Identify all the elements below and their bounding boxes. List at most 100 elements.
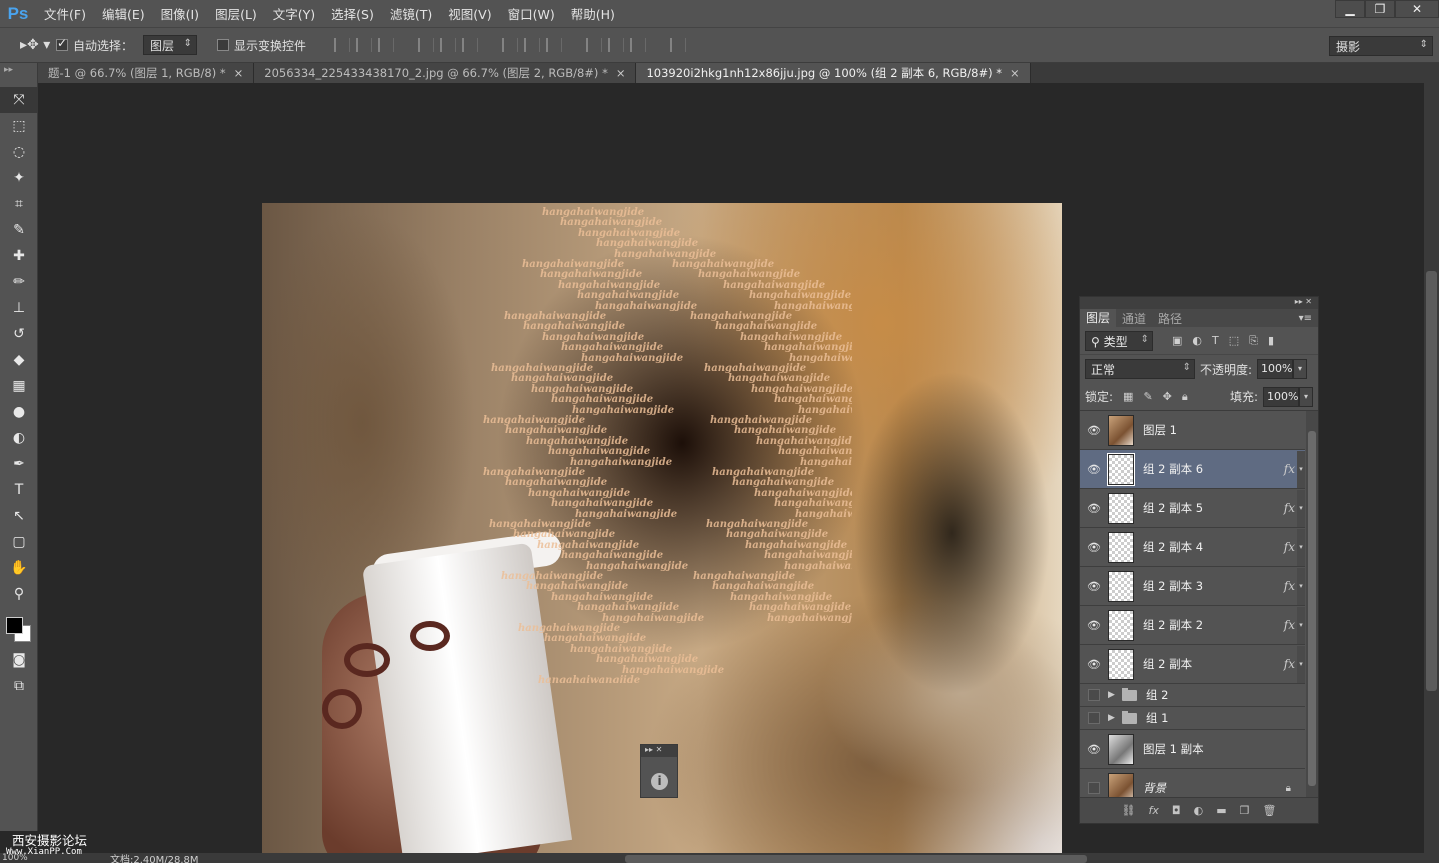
filter-type-icon[interactable]: T [1212, 334, 1219, 347]
menu-edit[interactable]: 编辑(E) [94, 4, 153, 23]
expand-effects-icon[interactable]: ▾ [1297, 450, 1305, 488]
layer-row[interactable]: 👁︎ 组 2 副本 5 fx ▾ [1080, 489, 1305, 528]
distribute-top-icon[interactable] [502, 38, 519, 52]
distribute-right-icon[interactable] [630, 38, 647, 52]
layer-name[interactable]: 组 2 副本 5 [1143, 500, 1203, 516]
filter-adjustment-icon[interactable]: ◐ [1192, 334, 1202, 347]
layer-name[interactable]: 背景 [1143, 780, 1166, 796]
move-tool-icon[interactable]: ⤧ [0, 87, 38, 113]
type-tool-icon[interactable]: T [0, 477, 38, 503]
distribute-left-icon[interactable] [586, 38, 603, 52]
layers-scrollbar[interactable] [1306, 411, 1318, 797]
magic-wand-icon[interactable]: ✦ [0, 165, 38, 191]
layer-row[interactable]: ▶ 组 2 [1080, 684, 1305, 707]
align-right-icon[interactable] [462, 38, 479, 52]
blend-mode-dropdown[interactable]: 正常 [1085, 359, 1195, 379]
layer-name[interactable]: 图层 1 副本 [1143, 741, 1204, 757]
expand-group-icon[interactable]: ▶ [1108, 690, 1118, 700]
opacity-input[interactable]: 100% [1257, 359, 1294, 379]
opacity-slider-button[interactable]: ▾ [1293, 359, 1308, 379]
tab-doc-3[interactable]: 103920i2hkg1nh12x86jju.jpg @ 100% (组 2 副… [636, 63, 1031, 83]
menu-image[interactable]: 图像(I) [153, 4, 207, 23]
visibility-eye-icon[interactable]: 👁︎ [1080, 580, 1108, 593]
gradient-icon[interactable]: ▦ [0, 373, 38, 399]
layer-name[interactable]: 图层 1 [1143, 422, 1177, 438]
marquee-tool-icon[interactable]: ⬚ [0, 113, 38, 139]
layer-row[interactable]: 👁︎ 组 2 副本 2 fx ▾ [1080, 606, 1305, 645]
layer-name[interactable]: 组 1 [1146, 710, 1168, 726]
minimize-button[interactable]: ▁ [1335, 0, 1365, 18]
auto-select-target-dropdown[interactable]: 图层 [143, 35, 198, 55]
layer-name[interactable]: 组 2 [1146, 687, 1168, 703]
visibility-eye-icon[interactable]: 👁︎ [1080, 502, 1108, 515]
menu-view[interactable]: 视图(V) [440, 4, 499, 23]
menu-file[interactable]: 文件(F) [36, 4, 94, 23]
foreground-color-swatch[interactable] [6, 617, 23, 634]
lasso-tool-icon[interactable]: ◌ [0, 139, 38, 165]
pen-tool-icon[interactable]: ✒ [0, 451, 38, 477]
layer-effects-icon[interactable]: fx [1284, 540, 1295, 554]
distribute-bottom-icon[interactable] [546, 38, 563, 52]
filter-shape-icon[interactable]: ⬚ [1229, 334, 1239, 347]
lock-pixels-icon[interactable]: ✎ [1143, 390, 1152, 403]
menu-window[interactable]: 窗口(W) [500, 4, 563, 23]
visibility-toggle[interactable] [1088, 782, 1100, 794]
filter-toggle-icon[interactable]: ▮ [1268, 334, 1274, 347]
panel-menu-icon[interactable]: ▾≡ [1299, 313, 1318, 324]
eyedropper-icon[interactable]: ✎ [0, 217, 38, 243]
layer-name[interactable]: 组 2 副本 6 [1143, 461, 1203, 477]
dodge-icon[interactable]: ◐ [0, 425, 38, 451]
visibility-toggle[interactable] [1088, 712, 1100, 724]
layer-effects-icon[interactable]: fx [1284, 657, 1295, 671]
menu-layer[interactable]: 图层(L) [207, 4, 265, 23]
horizontal-scroll-thumb[interactable] [625, 855, 1087, 863]
layers-scroll-thumb[interactable] [1308, 431, 1316, 786]
tab-channels[interactable]: 通道 [1116, 310, 1152, 327]
expand-effects-icon[interactable]: ▾ [1297, 528, 1305, 566]
zoom-tool-icon[interactable]: ⚲ [0, 581, 38, 607]
layer-thumbnail[interactable] [1108, 414, 1134, 446]
visibility-eye-icon[interactable]: 👁︎ [1080, 658, 1108, 671]
distribute-vcenter-icon[interactable] [524, 38, 541, 52]
layer-effects-icon[interactable]: fx [1284, 501, 1295, 515]
filter-pixel-icon[interactable]: ▣ [1172, 334, 1182, 347]
fill-input[interactable]: 100% [1263, 386, 1299, 407]
filter-smart-object-icon[interactable]: ⎘ [1249, 334, 1258, 348]
add-style-icon[interactable]: fx [1149, 804, 1159, 817]
layer-effects-icon[interactable]: fx [1284, 618, 1295, 632]
visibility-eye-icon[interactable]: 👁︎ [1080, 541, 1108, 554]
show-transform-checkbox[interactable] [217, 39, 230, 51]
shape-tool-icon[interactable]: ▢ [0, 529, 38, 555]
layer-thumbnail[interactable] [1108, 492, 1134, 524]
new-layer-icon[interactable]: ❐ [1240, 804, 1250, 817]
close-tab-icon[interactable]: × [1010, 66, 1020, 80]
auto-align-icon[interactable] [670, 38, 687, 52]
expand-effects-icon[interactable]: ▾ [1297, 489, 1305, 527]
layer-thumbnail[interactable] [1108, 772, 1134, 797]
distribute-hcenter-icon[interactable] [608, 38, 625, 52]
brush-tool-icon[interactable]: ✏ [0, 269, 38, 295]
layer-row[interactable]: 👁︎ 组 2 副本 3 fx ▾ [1080, 567, 1305, 606]
layer-row[interactable]: 👁︎ 图层 1 副本 [1080, 730, 1305, 769]
layer-thumbnail[interactable] [1108, 570, 1134, 602]
menu-type[interactable]: 文字(Y) [265, 4, 323, 23]
move-tool-preset-icon[interactable]: ▸✥ ▾ [20, 37, 56, 53]
expand-group-icon[interactable]: ▶ [1108, 713, 1118, 723]
menu-help[interactable]: 帮助(H) [563, 4, 623, 23]
info-icon[interactable]: i [651, 773, 668, 790]
lock-transparency-icon[interactable]: ▦ [1123, 390, 1133, 403]
close-tab-icon[interactable]: × [234, 66, 244, 80]
vertical-scrollbar[interactable] [1424, 83, 1439, 853]
menu-select[interactable]: 选择(S) [323, 4, 382, 23]
path-select-icon[interactable]: ↖ [0, 503, 38, 529]
lock-position-icon[interactable]: ✥ [1163, 390, 1172, 403]
restore-button[interactable]: ❐ [1365, 0, 1395, 18]
align-hcenter-icon[interactable] [440, 38, 457, 52]
align-vcenter-icon[interactable] [356, 38, 373, 52]
layer-thumbnail[interactable] [1108, 733, 1134, 765]
tab-doc-1[interactable]: 题-1 @ 66.7% (图层 1, RGB/8) * × [38, 63, 255, 83]
crop-tool-icon[interactable]: ⌗ [0, 191, 38, 217]
auto-select-checkbox[interactable] [56, 36, 68, 51]
layer-thumbnail[interactable] [1108, 531, 1134, 563]
workspace-dropdown[interactable]: 摄影 [1329, 36, 1433, 56]
